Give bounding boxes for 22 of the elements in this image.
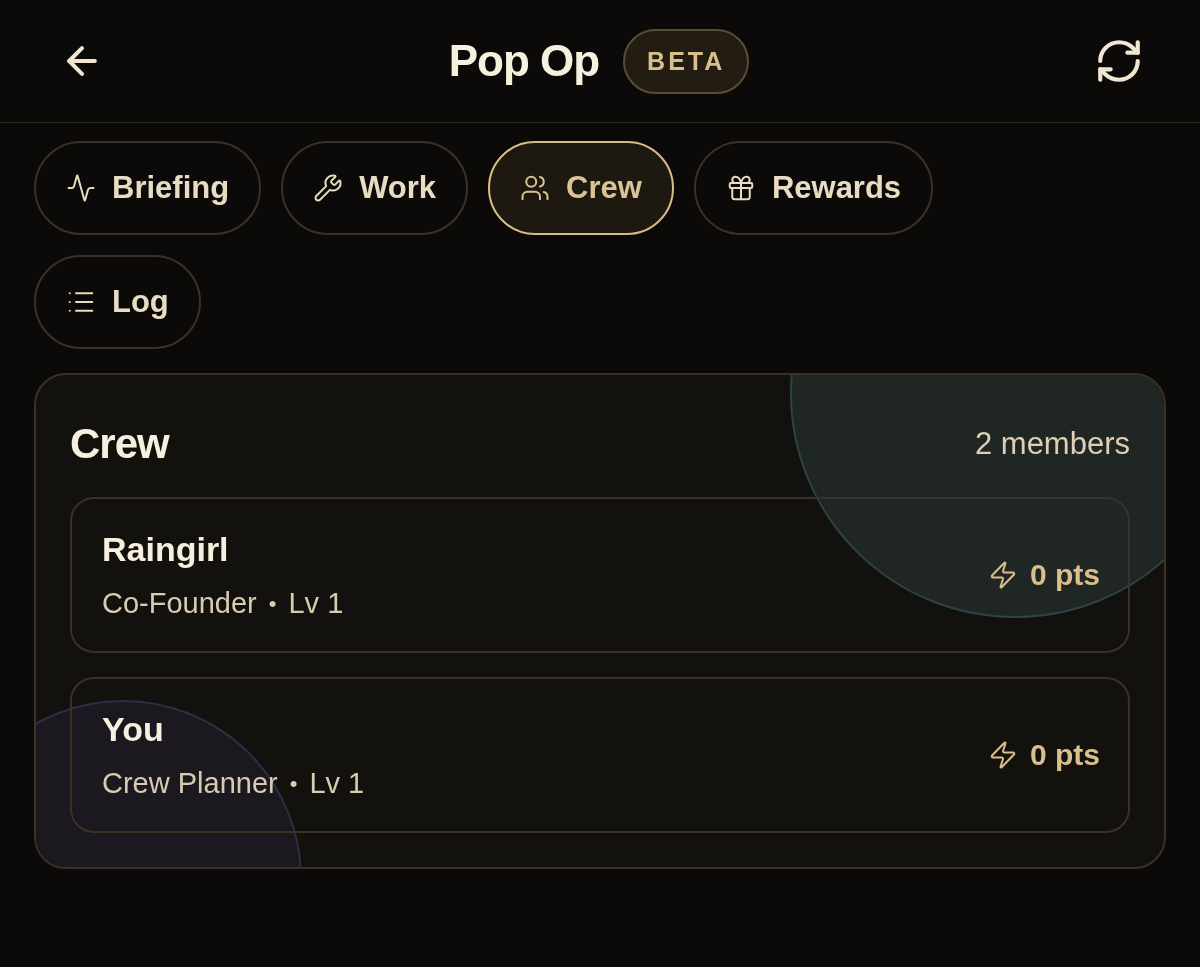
tab[interactable]: Briefing	[34, 141, 262, 235]
member-level: Lv 1	[309, 767, 365, 800]
member-role: Crew Planner	[102, 767, 278, 800]
pulse-icon	[66, 173, 96, 203]
member-name: Raingirl	[102, 530, 230, 569]
tab[interactable]: Work	[281, 141, 469, 235]
card-title: Crew	[70, 420, 169, 468]
separator-dot: •	[268, 590, 277, 617]
wrench-icon	[313, 173, 344, 203]
tab[interactable]: Rewards	[693, 141, 934, 235]
app-title: Pop Op	[448, 36, 600, 86]
users-icon	[520, 173, 551, 203]
member-name: You	[102, 710, 165, 749]
separator-dot: •	[289, 770, 298, 797]
member-points: 0 pts	[1029, 558, 1100, 592]
beta-badge: BETA	[623, 28, 750, 94]
member-points: 0 pts	[1029, 738, 1100, 772]
member-level: Lv 1	[288, 587, 344, 620]
tab[interactable]: Log	[34, 255, 201, 349]
member-role: Co-Founder	[102, 587, 257, 620]
tab[interactable]: Crew	[488, 141, 674, 235]
member-count: 2 members	[974, 426, 1130, 462]
